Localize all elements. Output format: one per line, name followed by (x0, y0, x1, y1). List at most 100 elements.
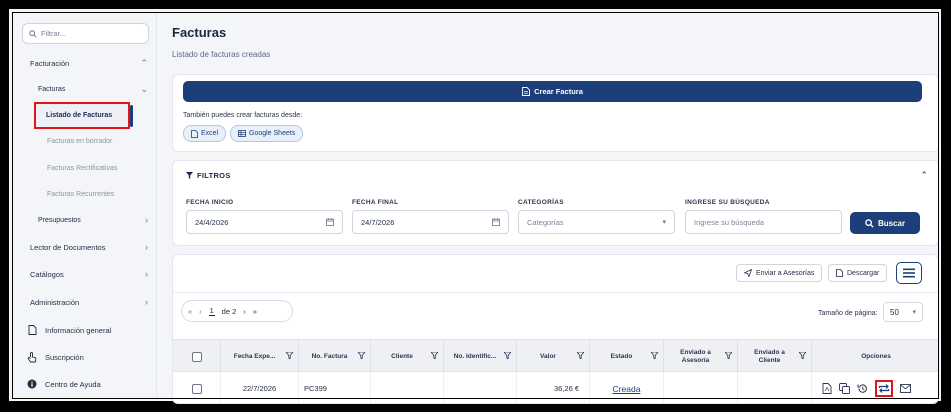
categorias-label: CATEGORÍAS (518, 199, 564, 206)
table-header: Fecha Expe... No. Factura Cliente No. Id… (173, 339, 938, 373)
cell-enviado-cliente (738, 372, 812, 403)
chevron-right-icon: › (145, 215, 148, 225)
busqueda-label: INGRESE SU BÚSQUEDA (685, 199, 770, 206)
hand-pointer-icon (26, 351, 38, 363)
download-button[interactable]: Descargar (828, 264, 888, 282)
search-button[interactable]: Buscar (850, 212, 920, 234)
page-number-input[interactable]: 1 (208, 306, 215, 316)
cell-identificacion (444, 372, 517, 403)
excel-label: Excel (201, 130, 219, 137)
active-indicator (130, 105, 133, 127)
col-fecha-label: Fecha Expe... (233, 352, 276, 360)
sidebar-item-recurrentes[interactable]: Facturas Recurrentes (13, 186, 157, 202)
next-page-icon[interactable]: › (243, 307, 246, 316)
sidebar-item-administracion[interactable]: Administración › (13, 294, 157, 310)
col-enviado-asesoria-label: Enviado a Asesoría (680, 348, 711, 364)
cell-cliente (371, 372, 444, 403)
filter-icon[interactable] (651, 352, 658, 359)
search-icon (865, 218, 874, 228)
row-checkbox[interactable] (191, 383, 202, 394)
row-select-cell (173, 372, 221, 403)
sidebar-item-label: Facturación (30, 58, 70, 68)
col-cliente[interactable]: Cliente (371, 340, 444, 373)
sidebar-filter-placeholder: Filtrar... (41, 29, 67, 38)
sidebar-item-catalogos[interactable]: Catálogos › (13, 266, 157, 282)
first-page-icon[interactable]: « (188, 307, 192, 316)
info-icon (26, 379, 38, 389)
sidebar-item-label: Información general (45, 325, 112, 335)
create-invoice-button[interactable]: Crear Factura (183, 81, 922, 102)
sidebar-item-label: Suscripción (45, 352, 84, 362)
calendar-icon (326, 218, 334, 226)
sidebar-item-info-general[interactable]: Información general (13, 322, 157, 338)
page-size-label: Tamaño de página: (818, 310, 878, 317)
copy-icon[interactable] (839, 383, 850, 394)
filters-title[interactable]: FILTROS (186, 171, 231, 180)
filter-icon[interactable] (577, 352, 584, 359)
sidebar-item-presupuestos[interactable]: Presupuestos › (13, 212, 157, 228)
sidebar-item-label: Facturas (38, 85, 66, 93)
sidebar-item-listado-facturas[interactable]: Listado de Facturas (34, 102, 130, 129)
caret-down-icon: ▾ (662, 219, 666, 226)
sidebar-item-suscripcion[interactable]: Suscripción (13, 349, 157, 365)
calendar-icon (492, 218, 500, 226)
col-enviado-cliente[interactable]: Enviado a Cliente (738, 340, 812, 373)
col-cliente-label: Cliente (391, 352, 413, 360)
sidebar-item-facturacion[interactable]: Facturación ⌃ (13, 55, 157, 71)
google-sheets-import-button[interactable]: Google Sheets (230, 125, 304, 142)
sidebar-item-label: Lector de Documentos (30, 242, 106, 252)
col-factura-label: No. Factura (311, 352, 348, 360)
estado-link[interactable]: Creada (613, 384, 641, 394)
table-row[interactable]: 22/7/2026 PC399 36,26 € Creada (173, 372, 938, 403)
search-icon (29, 29, 37, 38)
chevron-up-icon: ⌃ (140, 57, 148, 68)
col-estado-label: Estado (610, 352, 633, 360)
categorias-select[interactable]: Categorías ▾ (518, 210, 675, 234)
select-all-checkbox[interactable] (191, 351, 202, 362)
col-valor[interactable]: Valor (517, 340, 590, 373)
filter-icon[interactable] (799, 352, 806, 359)
chevron-up-icon[interactable]: ⌃ (920, 170, 928, 181)
sidebar-item-label: Administración (30, 297, 80, 307)
col-identificacion[interactable]: No. Identific... (444, 340, 517, 373)
cell-factura: PC399 (299, 372, 371, 403)
busqueda-input[interactable]: Ingrese su búsqueda (685, 210, 842, 234)
col-factura[interactable]: No. Factura (299, 340, 371, 373)
col-enviado-cliente-label: Enviado a Cliente (754, 348, 785, 364)
filter-icon[interactable] (504, 352, 511, 359)
sidebar: Filtrar... Facturación ⌃ Facturas ⌄ List… (13, 13, 157, 399)
col-enviado-asesoria[interactable]: Enviado a Asesoría (664, 340, 738, 373)
cell-fecha: 22/7/2026 (221, 372, 299, 403)
busqueda-placeholder: Ingrese su búsqueda (694, 217, 765, 227)
page-title: Facturas (172, 25, 227, 40)
toolbar-divider (173, 292, 938, 293)
history-icon[interactable] (857, 383, 868, 394)
sidebar-item-lector[interactable]: Lector de Documentos › (13, 239, 157, 255)
sidebar-filter-input[interactable]: Filtrar... (22, 23, 149, 44)
mail-icon[interactable] (900, 384, 911, 393)
google-sheets-label: Google Sheets (249, 130, 296, 137)
excel-import-button[interactable]: Excel (183, 125, 227, 142)
pdf-icon[interactable] (822, 383, 832, 394)
send-asesorias-button[interactable]: Enviar a Asesorías (736, 264, 823, 282)
also-create-label: También puedes crear facturas desde: (183, 112, 303, 119)
filter-icon[interactable] (286, 352, 293, 359)
page-size-select[interactable]: 50 ▾ (883, 302, 923, 322)
last-page-icon[interactable]: » (253, 307, 257, 316)
filter-icon[interactable] (725, 352, 732, 359)
sidebar-item-label: Facturas Rectificativas (47, 164, 118, 172)
sidebar-item-borrador[interactable]: Facturas en borrador (13, 133, 157, 149)
fecha-inicio-input[interactable]: 24/4/2026 (186, 210, 343, 234)
col-estado[interactable]: Estado (590, 340, 664, 373)
sidebar-item-facturas[interactable]: Facturas ⌄ (13, 81, 157, 97)
sidebar-item-rectificativas[interactable]: Facturas Rectificativas (13, 160, 157, 176)
repeat-icon[interactable] (878, 383, 890, 394)
menu-icon[interactable] (896, 262, 922, 284)
filter-icon[interactable] (431, 352, 438, 359)
sidebar-item-centro-ayuda[interactable]: Centro de Ayuda (13, 376, 157, 392)
filter-icon[interactable] (358, 352, 365, 359)
invoices-table-card: Enviar a Asesorías Descargar « ‹ 1 de 2 … (172, 254, 939, 404)
prev-page-icon[interactable]: ‹ (199, 307, 202, 316)
col-fecha[interactable]: Fecha Expe... (221, 340, 299, 373)
fecha-final-input[interactable]: 24/7/2026 (352, 210, 509, 234)
